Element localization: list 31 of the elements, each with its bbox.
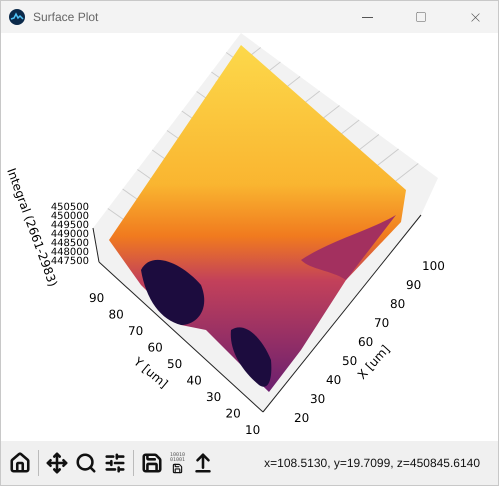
home-icon [9, 452, 31, 474]
app-icon [9, 9, 25, 25]
pan-button[interactable] [44, 450, 70, 476]
search-icon [75, 452, 97, 474]
window-title: Surface Plot [33, 10, 100, 24]
cursor-coordinates: x=108.5130, y=19.7099, z=450845.6140 [264, 456, 481, 470]
sliders-icon [104, 452, 126, 474]
axis-tick-label: 40 [326, 373, 342, 387]
axis-tick-label: 40 [186, 374, 202, 388]
axis-tick-label: 60 [148, 340, 163, 354]
axis-tick-label: 50 [342, 354, 358, 368]
axis-tick-label: 70 [128, 324, 144, 338]
axis-tick-label: 30 [206, 390, 222, 404]
axis-tick-label: 20 [226, 406, 241, 420]
move-icon [46, 452, 68, 474]
minimize-icon [362, 16, 372, 18]
axis-tick-label: 10 [245, 423, 260, 437]
maximize-icon [415, 11, 427, 23]
axis-tick-label: 100 [422, 259, 445, 273]
axis-tick-label: 80 [390, 297, 406, 311]
axis-tick-label: 90 [406, 278, 422, 292]
axis-tick-label: 90 [89, 291, 104, 305]
axis-tick-label: 50 [167, 357, 182, 371]
save-icon [141, 452, 163, 474]
save-icon [172, 462, 184, 474]
axis-tick-label: 70 [374, 316, 390, 330]
axis-tick-label: 450500 [50, 202, 89, 213]
axis-tick-label: 20 [294, 411, 310, 425]
axis-tick-label: 60 [358, 335, 374, 349]
axis-tick-label: 30 [310, 392, 326, 406]
axis-tick-label: 80 [108, 308, 124, 322]
